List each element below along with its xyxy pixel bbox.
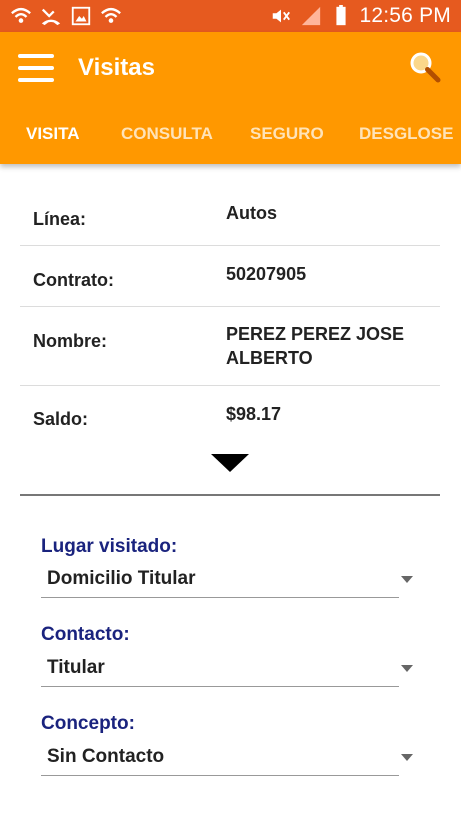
detail-row-contrato: Contrato: 50207905 [20,246,440,307]
missed-call-icon [41,8,61,26]
menu-icon [18,66,54,70]
tab-seguro[interactable]: SEGURO [250,124,324,144]
detail-row-saldo: Saldo: $98.17 [20,386,440,446]
status-icons-left [10,5,122,27]
detail-row-nombre: Nombre: PEREZ PEREZ JOSE ALBERTO [20,307,440,386]
menu-icon [18,54,54,58]
contacto-label: Contacto: [41,624,130,645]
battery-icon [335,5,346,26]
wifi-calling-icon [101,7,121,23]
expand-arrow-icon[interactable] [211,454,249,472]
tab-visita[interactable]: VISITA [26,124,80,144]
gallery-icon [71,6,91,26]
dropdown-caret-icon [401,576,413,583]
contacto-select[interactable]: Titular [41,657,413,687]
select-value: Titular [47,657,105,678]
wifi-calling-icon [11,7,31,23]
status-bar: 12:56 PM [0,0,461,32]
select-value: Sin Contacto [47,746,165,767]
detail-label: Nombre: [33,331,108,351]
status-time: 12:56 PM [359,4,451,27]
concepto-label: Concepto: [41,713,135,734]
detail-label: Saldo: [33,409,89,429]
tab-desglose[interactable]: DESGLOSE [359,124,453,144]
detail-label: Línea: [33,209,87,229]
select-value: Domicilio Titular [47,568,196,589]
dropdown-caret-icon [401,665,413,672]
search-icon[interactable] [408,50,442,84]
app-bar: Visitas VISITA CONSULTA SEGURO DESGLOSE [0,32,461,164]
detail-value: $98.17 [226,404,282,424]
lugar-visitado-label: Lugar visitado: [41,536,178,557]
tab-bar: VISITA CONSULTA SEGURO DESGLOSE [0,116,461,156]
section-divider [20,494,440,496]
tab-consulta[interactable]: CONSULTA [121,124,213,144]
page-title: Visitas [78,54,155,81]
detail-value: PEREZ PEREZ JOSE ALBERTO [226,324,405,368]
detail-value: 50207905 [226,264,307,284]
menu-button[interactable] [18,54,54,82]
lugar-visitado-select[interactable]: Domicilio Titular [41,568,413,598]
concepto-select[interactable]: Sin Contacto [41,746,413,776]
mute-icon [272,9,290,23]
detail-label: Contrato: [33,270,114,290]
detail-value: Autos [226,203,277,223]
status-icons-right: 12:56 PM [270,4,452,28]
dropdown-caret-icon [401,754,413,761]
detail-row-linea: Línea: Autos [20,186,440,246]
signal-icon [301,6,320,26]
menu-icon [18,78,54,82]
